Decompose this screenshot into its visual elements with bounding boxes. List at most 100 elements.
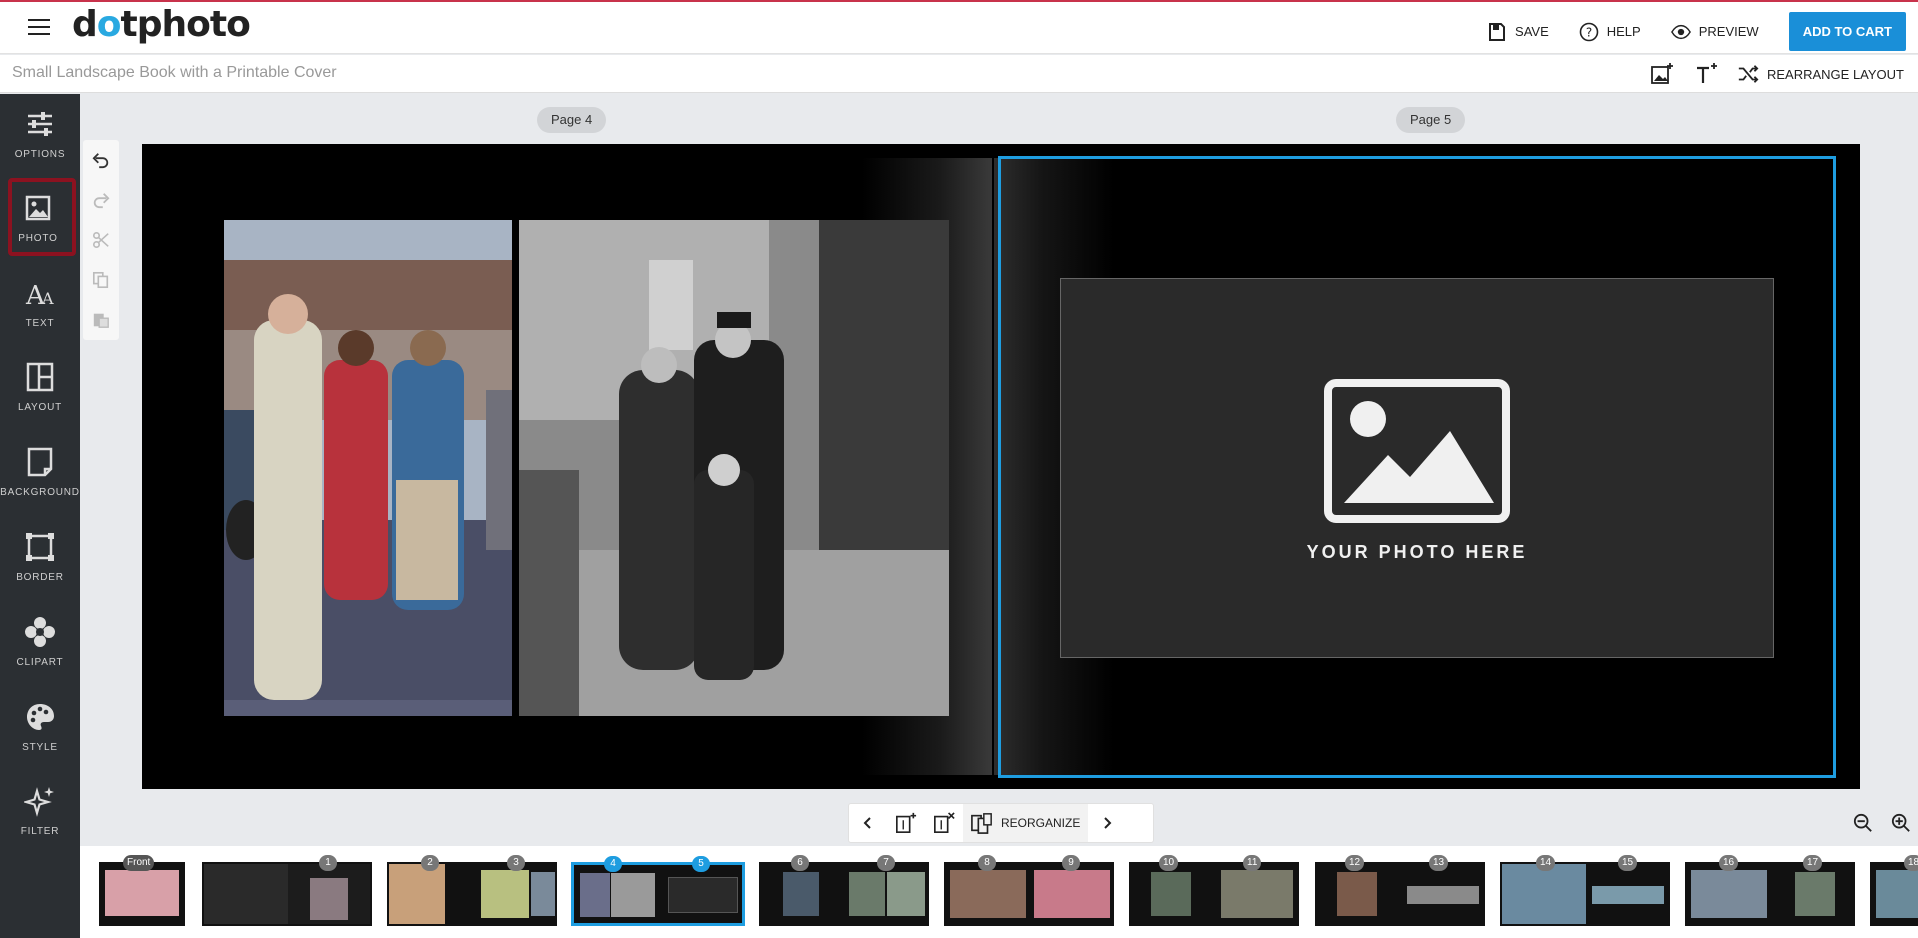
sidebar-item-text[interactable]: AA TEXT <box>0 263 80 341</box>
shuffle-icon <box>1738 65 1759 83</box>
book-title[interactable]: Small Landscape Book with a Printable Co… <box>12 64 337 82</box>
logo[interactable]: dotphoto <box>72 4 251 45</box>
border-icon <box>26 533 54 561</box>
thumb-image <box>783 872 819 916</box>
thumb-image <box>310 878 348 920</box>
sidebar-item-filter[interactable]: FILTER <box>0 771 80 849</box>
thumb-label: 1 <box>319 855 337 871</box>
thumb-image <box>1876 870 1918 918</box>
thumb-label: 3 <box>507 855 525 871</box>
thumb-page-10-11[interactable]: 10 11 <box>1129 855 1299 926</box>
sidebar-item-options[interactable]: OPTIONS <box>0 94 80 172</box>
image-placeholder-icon <box>1324 379 1510 523</box>
thumb-label: 5 <box>692 856 710 872</box>
paste-icon[interactable] <box>83 300 119 340</box>
add-text-icon[interactable] <box>1693 61 1719 87</box>
add-page-icon[interactable] <box>887 804 925 842</box>
edit-toolbar <box>83 140 119 340</box>
thumb-image <box>1221 870 1293 918</box>
undo-icon[interactable] <box>83 140 119 180</box>
delete-page-icon[interactable] <box>925 804 963 842</box>
thumb-image <box>105 870 179 916</box>
thumb-label: 10 <box>1159 855 1179 871</box>
thumb-image <box>950 870 1026 918</box>
cut-icon[interactable] <box>83 220 119 260</box>
thumb-image <box>1407 886 1479 904</box>
thumb-page-14-15[interactable]: 14 15 <box>1500 855 1670 926</box>
sidebar-item-label: BACKGROUND <box>0 487 80 498</box>
reorganize-label: REORGANIZE <box>1001 816 1081 830</box>
save-label: SAVE <box>1515 24 1549 39</box>
thumb-image <box>531 872 555 916</box>
page-navigator: REORGANIZE <box>848 803 1154 843</box>
save-button[interactable]: SAVE <box>1487 22 1549 42</box>
eye-icon <box>1670 24 1691 39</box>
thumb-image <box>481 870 529 918</box>
add-to-cart-button[interactable]: ADD TO CART <box>1788 12 1906 51</box>
thumb-image <box>1502 864 1586 924</box>
sidebar-item-label: BORDER <box>16 572 64 583</box>
help-label: HELP <box>1606 24 1641 39</box>
thumb-page-1[interactable]: 1 <box>202 855 372 926</box>
photo-placeholder[interactable]: YOUR PHOTO HERE <box>1060 278 1774 658</box>
sidebar-item-layout[interactable]: LAYOUT <box>0 347 80 425</box>
thumb-label: 6 <box>791 855 809 871</box>
thumb-label: 7 <box>877 855 895 871</box>
next-page-button[interactable] <box>1088 804 1126 842</box>
page-filmstrip: Front 1 2 3 4 5 6 7 8 9 10 11 12 13 14 1… <box>80 846 1918 938</box>
rearrange-label: REARRANGE LAYOUT <box>1766 66 1904 82</box>
sidebar-item-label: CLIPART <box>16 657 64 668</box>
thumb-image <box>1337 872 1377 916</box>
menu-icon[interactable] <box>28 19 50 37</box>
thumb-label: 11 <box>1243 855 1262 871</box>
thumb-page-12-13[interactable]: 12 13 <box>1315 855 1485 926</box>
copy-icon[interactable] <box>83 260 119 300</box>
svg-text:?: ? <box>1586 25 1592 39</box>
thumb-image <box>580 873 610 917</box>
thumb-image <box>1034 870 1110 918</box>
thumb-label: 13 <box>1429 855 1449 871</box>
photo-family-bw[interactable] <box>519 220 949 716</box>
reorganize-button[interactable]: REORGANIZE <box>963 804 1089 842</box>
thumb-page-4-5[interactable]: 4 5 <box>571 856 745 926</box>
sparkle-icon <box>22 787 54 817</box>
thumb-page-18[interactable]: 18 <box>1870 855 1918 926</box>
sidebar-item-background[interactable]: BACKGROUND <box>0 432 80 510</box>
thumb-image <box>1691 870 1767 918</box>
thumb-page-6-7[interactable]: 6 7 <box>759 855 929 926</box>
sidebar-item-border[interactable]: BORDER <box>0 517 80 595</box>
sidebar-item-style[interactable]: STYLE <box>0 687 80 765</box>
zoom-out-icon[interactable] <box>1846 806 1880 840</box>
book-spread: YOUR PHOTO HERE <box>142 144 1860 789</box>
thumb-image <box>668 877 738 913</box>
thumb-image <box>611 873 655 917</box>
preview-button[interactable]: PREVIEW <box>1670 22 1759 42</box>
text-size-icon: AA <box>25 281 54 311</box>
flower-icon <box>25 617 55 647</box>
prev-page-button[interactable] <box>849 804 887 842</box>
photo-three-people[interactable] <box>224 220 512 716</box>
redo-icon[interactable] <box>83 180 119 220</box>
thumb-page-2-3[interactable]: 2 3 <box>387 855 557 926</box>
add-photo-icon[interactable] <box>1649 61 1675 87</box>
thumb-page-8-9[interactable]: 8 9 <box>944 855 1114 926</box>
thumb-label: 18 <box>1904 855 1918 871</box>
sidebar-item-label: FILTER <box>20 826 60 837</box>
zoom-in-icon[interactable] <box>1884 806 1918 840</box>
reorganize-icon <box>971 813 992 834</box>
sidebar-item-clipart[interactable]: CLIPART <box>0 602 80 680</box>
page-icon <box>27 447 53 477</box>
help-button[interactable]: ? HELP <box>1579 22 1641 42</box>
thumb-image <box>204 864 288 924</box>
thumb-image <box>1151 872 1191 916</box>
sliders-icon <box>28 112 52 136</box>
save-icon <box>1489 22 1506 41</box>
thumb-page-16-17[interactable]: 16 17 <box>1685 855 1855 926</box>
rearrange-layout-button[interactable]: REARRANGE LAYOUT <box>1737 63 1904 85</box>
thumb-label: 2 <box>421 855 439 871</box>
sidebar-item-label: PHOTO <box>18 233 58 244</box>
thumb-front[interactable]: Front <box>99 855 185 926</box>
sidebar-item-label: STYLE <box>22 742 58 753</box>
thumb-label: 8 <box>978 855 996 871</box>
sidebar-item-photo[interactable]: PHOTO <box>8 178 76 256</box>
